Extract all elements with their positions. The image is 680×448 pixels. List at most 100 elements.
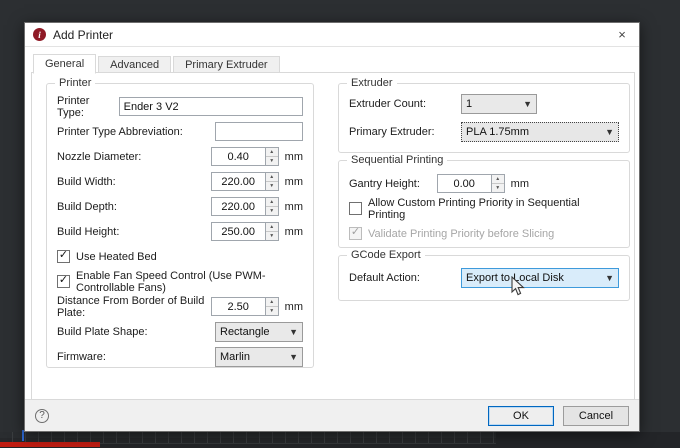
help-icon[interactable]: ?	[35, 409, 49, 423]
close-icon[interactable]: ×	[613, 26, 631, 44]
gantry-height-row: Gantry Height: 0.00 ▲ ▼ mm	[349, 171, 619, 196]
primary-extruder-dropdown[interactable]: PLA 1.75mm ▼	[461, 122, 619, 142]
printer-group-title: Printer	[55, 77, 95, 89]
checkmark-icon: ✓	[59, 250, 68, 261]
allow-custom-priority-row[interactable]: Allow Custom Printing Priority in Sequen…	[349, 196, 619, 221]
spin-up-icon[interactable]: ▲	[266, 223, 278, 232]
build-height-input[interactable]: 250.00	[211, 222, 265, 241]
default-action-row: Default Action: Export to Local Disk ▼	[349, 264, 619, 292]
validate-priority-checkbox: ✓	[349, 227, 362, 240]
chevron-down-icon: ▼	[517, 99, 532, 109]
firmware-row: Firmware: Marlin ▼	[57, 344, 303, 369]
border-distance-row: Distance From Border of Build Plate: 2.5…	[57, 294, 303, 319]
printer-type-row: Printer Type:	[57, 94, 303, 119]
spin-down-icon[interactable]: ▼	[492, 184, 504, 192]
spin-down-icon[interactable]: ▼	[266, 307, 278, 315]
fan-control-row[interactable]: ✓ Enable Fan Speed Control (Use PWM-Cont…	[57, 269, 303, 294]
printer-type-input[interactable]	[119, 97, 303, 116]
spin-up-icon[interactable]: ▲	[266, 148, 278, 157]
heated-bed-label: Use Heated Bed	[76, 251, 303, 263]
default-action-label: Default Action:	[349, 272, 461, 284]
timeline-progress-bar	[0, 442, 100, 447]
nozzle-diameter-row: Nozzle Diameter: 0.40 ▲ ▼ mm	[57, 144, 303, 169]
build-height-unit: mm	[285, 226, 303, 238]
sequential-printing-group: Sequential Printing Gantry Height: 0.00 …	[338, 160, 630, 248]
cancel-button[interactable]: Cancel	[563, 406, 629, 426]
extruder-count-row: Extruder Count: 1 ▼	[349, 90, 619, 118]
printer-group: Printer Printer Type: Printer Type Abbre…	[46, 83, 314, 368]
gantry-height-label: Gantry Height:	[349, 178, 437, 190]
tab-general[interactable]: General	[33, 54, 96, 74]
border-distance-stepper[interactable]: ▲ ▼	[265, 297, 279, 316]
build-height-stepper[interactable]: ▲ ▼	[265, 222, 279, 241]
chevron-down-icon: ▼	[283, 327, 298, 337]
nozzle-diameter-input[interactable]: 0.40	[211, 147, 265, 166]
allow-custom-priority-checkbox[interactable]	[349, 202, 362, 215]
heated-bed-checkbox[interactable]: ✓	[57, 250, 70, 263]
build-width-stepper[interactable]: ▲ ▼	[265, 172, 279, 191]
extruder-count-label: Extruder Count:	[349, 98, 461, 110]
dialog-title: Add Printer	[53, 28, 113, 42]
checkmark-icon: ✓	[351, 227, 360, 238]
add-printer-dialog: i Add Printer × General Advanced Primary…	[24, 22, 640, 432]
firmware-value: Marlin	[220, 351, 250, 363]
spin-down-icon[interactable]: ▼	[266, 207, 278, 215]
tab-strip: General Advanced Primary Extruder	[33, 53, 282, 73]
gantry-height-unit: mm	[511, 178, 529, 190]
spin-up-icon[interactable]: ▲	[266, 198, 278, 207]
tab-advanced[interactable]: Advanced	[98, 56, 171, 73]
extruder-count-dropdown[interactable]: 1 ▼	[461, 94, 537, 114]
chevron-down-icon: ▼	[599, 273, 614, 283]
spin-up-icon[interactable]: ▲	[492, 175, 504, 184]
primary-extruder-label: Primary Extruder:	[349, 126, 461, 138]
chevron-down-icon: ▼	[599, 127, 614, 137]
plate-shape-dropdown[interactable]: Rectangle ▼	[215, 322, 303, 342]
primary-extruder-row: Primary Extruder: PLA 1.75mm ▼	[349, 118, 619, 146]
dialog-titlebar[interactable]: i Add Printer ×	[25, 23, 639, 47]
build-width-input[interactable]: 220.00	[211, 172, 265, 191]
mouse-cursor-icon	[511, 276, 525, 297]
build-depth-unit: mm	[285, 201, 303, 213]
gantry-height-input[interactable]: 0.00	[437, 174, 491, 193]
validate-priority-row: ✓ Validate Printing Priority before Slic…	[349, 221, 619, 246]
printer-abbrev-input[interactable]	[215, 122, 303, 141]
validate-priority-label: Validate Printing Priority before Slicin…	[368, 228, 619, 240]
build-width-unit: mm	[285, 176, 303, 188]
tab-primary-extruder[interactable]: Primary Extruder	[173, 56, 280, 73]
build-width-label: Build Width:	[57, 176, 211, 188]
plate-shape-value: Rectangle	[220, 326, 270, 338]
firmware-dropdown[interactable]: Marlin ▼	[215, 347, 303, 367]
spin-down-icon[interactable]: ▼	[266, 157, 278, 165]
build-height-label: Build Height:	[57, 226, 211, 238]
gantry-height-stepper[interactable]: ▲ ▼	[491, 174, 505, 193]
printer-type-label: Printer Type:	[57, 95, 119, 119]
build-depth-row: Build Depth: 220.00 ▲ ▼ mm	[57, 194, 303, 219]
default-action-dropdown[interactable]: Export to Local Disk ▼	[461, 268, 619, 288]
extruder-count-value: 1	[466, 98, 472, 110]
heated-bed-row[interactable]: ✓ Use Heated Bed	[57, 244, 303, 269]
border-distance-input[interactable]: 2.50	[211, 297, 265, 316]
build-height-row: Build Height: 250.00 ▲ ▼ mm	[57, 219, 303, 244]
extruder-group: Extruder Extruder Count: 1 ▼ Primary Ext…	[338, 83, 630, 153]
spin-up-icon[interactable]: ▲	[266, 173, 278, 182]
firmware-label: Firmware:	[57, 351, 215, 363]
build-depth-input[interactable]: 220.00	[211, 197, 265, 216]
plate-shape-row: Build Plate Shape: Rectangle ▼	[57, 319, 303, 344]
tab-page-general: Printer Printer Type: Printer Type Abbre…	[31, 72, 635, 400]
sequential-group-title: Sequential Printing	[347, 154, 447, 166]
spin-down-icon[interactable]: ▼	[266, 182, 278, 190]
build-depth-stepper[interactable]: ▲ ▼	[265, 197, 279, 216]
plate-shape-label: Build Plate Shape:	[57, 326, 215, 338]
dialog-footer: ? OK Cancel	[25, 399, 639, 431]
gcode-group-title: GCode Export	[347, 249, 425, 261]
fan-control-checkbox[interactable]: ✓	[57, 275, 70, 288]
printer-abbrev-label: Printer Type Abbreviation:	[57, 126, 215, 138]
allow-custom-priority-label: Allow Custom Printing Priority in Sequen…	[368, 197, 619, 221]
spin-down-icon[interactable]: ▼	[266, 232, 278, 240]
chevron-down-icon: ▼	[283, 352, 298, 362]
spin-up-icon[interactable]: ▲	[266, 298, 278, 307]
ok-button[interactable]: OK	[488, 406, 554, 426]
nozzle-diameter-stepper[interactable]: ▲ ▼	[265, 147, 279, 166]
nozzle-diameter-label: Nozzle Diameter:	[57, 151, 211, 163]
fan-control-label: Enable Fan Speed Control (Use PWM-Contro…	[76, 270, 303, 294]
